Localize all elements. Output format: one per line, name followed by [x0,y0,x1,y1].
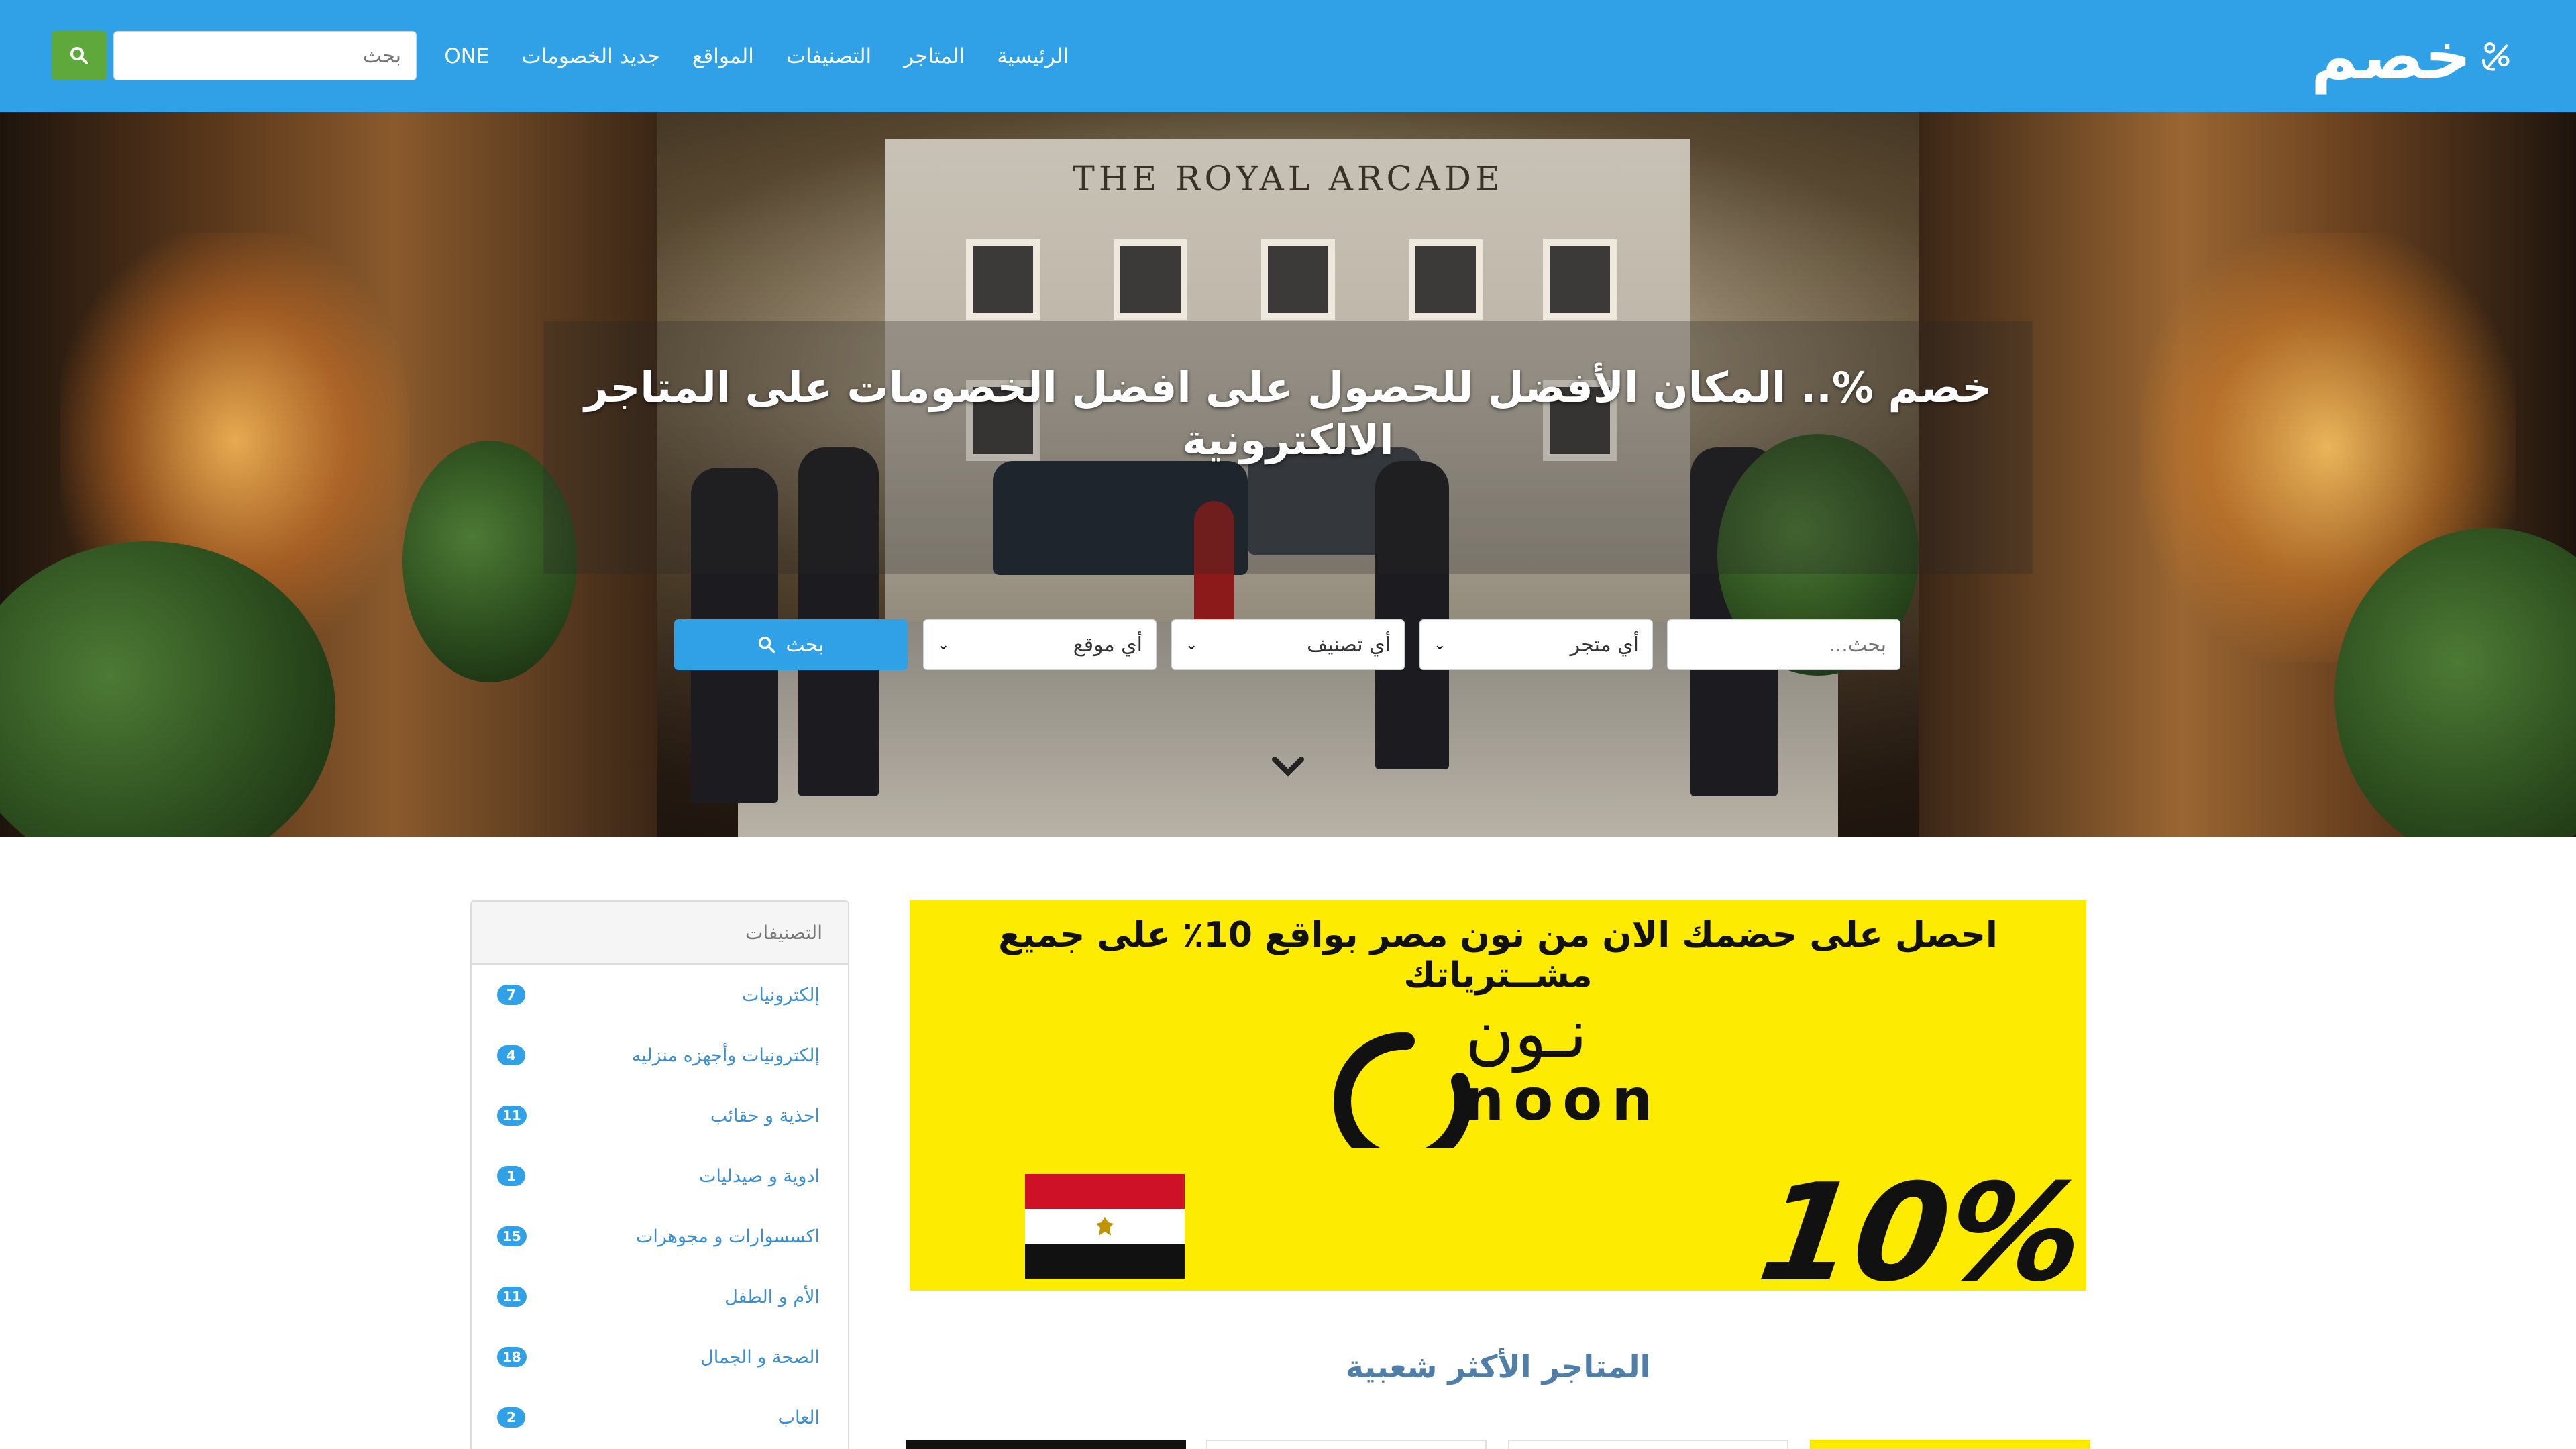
category-count-badge: 1 [497,1166,525,1186]
category-count-badge: 11 [497,1287,527,1307]
category-item[interactable]: الأم و الطفل 11 [472,1267,848,1327]
menu-item-home[interactable]: الرئيسية [981,36,1085,76]
store-card[interactable] [1810,1440,2090,1449]
menu-item-stores[interactable]: المتاجر [888,36,981,76]
category-select[interactable]: أي تصنيف ⌄ [1171,619,1405,670]
facade-window [1409,239,1483,320]
category-count-badge: 11 [497,1106,527,1126]
category-label: ادوية و صيدليات [698,1165,820,1187]
store-card[interactable] [1206,1440,1487,1449]
category-item[interactable]: الصحة و الجمال 18 [472,1327,848,1387]
category-item[interactable]: إلكترونيات 7 [472,965,848,1025]
chevron-down-icon[interactable] [1268,753,1308,780]
flag-stripe-red [1025,1174,1185,1209]
category-item[interactable]: إلكترونيات وأجهزه منزليه 4 [472,1025,848,1085]
hero-search-input[interactable] [1667,619,1900,670]
store-card[interactable] [1508,1440,1788,1449]
category-count-badge: 2 [497,1407,525,1428]
hero-section: THE ROYAL ARCADE خصم %.. المكان الأفضل ل… [0,112,2576,837]
category-count-badge: 15 [497,1226,527,1246]
main-menu: الرئيسية المتاجر التصنيفات المواقع جديد … [428,36,1085,76]
site-logo[interactable]: خصم [2311,24,2512,89]
category-count-badge: 7 [497,985,525,1005]
menu-item-locations[interactable]: المواقع [676,36,770,76]
egypt-flag-icon [1025,1174,1185,1279]
facade-window [1543,239,1617,320]
menu-item-categories[interactable]: التصنيفات [770,36,888,76]
hero-search-button-label: بحث [786,633,824,657]
category-item[interactable]: اكسسوارات و مجوهرات 15 [472,1206,848,1267]
search-icon [759,636,775,653]
banner-headline: احصل على حضمك الان من نون مصر بواقع 10٪ … [998,915,1998,996]
menu-item-new-discounts[interactable]: جديد الخصومات [506,36,676,76]
category-count-badge: 18 [497,1347,527,1367]
brand-arabic-text: نـون [1465,994,1588,1073]
chevron-down-icon: ⌄ [1185,636,1198,653]
location-select-value: أي موقع [1073,633,1142,657]
location-select[interactable]: أي موقع ⌄ [923,619,1157,670]
top-navbar: خصم الرئيسية المتاجر التصنيفات المواقع ج… [0,0,2576,112]
store-select[interactable]: أي متجر ⌄ [1419,619,1653,670]
noon-promo-banner[interactable]: احصل على حضمك الان من نون مصر بواقع 10٪ … [910,900,2086,1291]
sidebar-title-text: التصنيفات [745,921,822,944]
discount-percent-icon [2482,42,2510,71]
facade-window [966,239,1040,320]
category-label: اكسسوارات و مجوهرات [635,1226,820,1247]
nav-search-input[interactable] [113,31,417,80]
category-item[interactable]: ادوية و صيدليات 1 [472,1146,848,1206]
category-count-badge: 4 [497,1045,525,1065]
category-label: إلكترونيات [741,984,820,1006]
search-icon [70,47,88,64]
category-label: العاب [777,1407,820,1428]
eagle-emblem-icon [1096,1217,1114,1236]
logo-text: خصم [2311,19,2472,94]
facade-window [1114,239,1187,320]
facade-window [1261,239,1335,320]
brand-latin-text: noon [1463,1067,1662,1134]
arcade-sign: THE ROYAL ARCADE [1072,159,1504,198]
categories-sidebar: التصنيفات إلكترونيات 7 إلكترونيات وأجهزه… [470,900,849,1449]
chevron-down-icon: ⌄ [1434,636,1446,653]
hero-search-button[interactable]: بحث [674,619,908,670]
category-label: الصحة و الجمال [700,1346,820,1368]
discount-percent: 10% [1750,1155,2086,1291]
sidebar-title: التصنيفات [472,902,848,965]
store-card[interactable] [906,1440,1186,1449]
store-select-value: أي متجر [1570,633,1639,657]
category-item[interactable]: احذية و حقائب 11 [472,1085,848,1146]
flag-stripe-black [1025,1244,1185,1279]
category-label: إلكترونيات وأجهزه منزليه [631,1044,820,1066]
category-item[interactable]: العاب 2 [472,1387,848,1448]
category-label: الأم و الطفل [724,1286,820,1307]
nav-search-button[interactable] [52,31,107,80]
category-label: احذية و حقائب [710,1105,820,1126]
menu-item-one[interactable]: ONE [428,36,505,76]
hero-title: خصم %.. المكان الأفضل للحصول على افضل ال… [584,363,1992,464]
chevron-down-icon: ⌄ [937,636,950,653]
popular-stores-title: المتاجر الأكثر شعبية [1345,1348,1651,1385]
category-select-value: أي تصنيف [1307,633,1391,657]
